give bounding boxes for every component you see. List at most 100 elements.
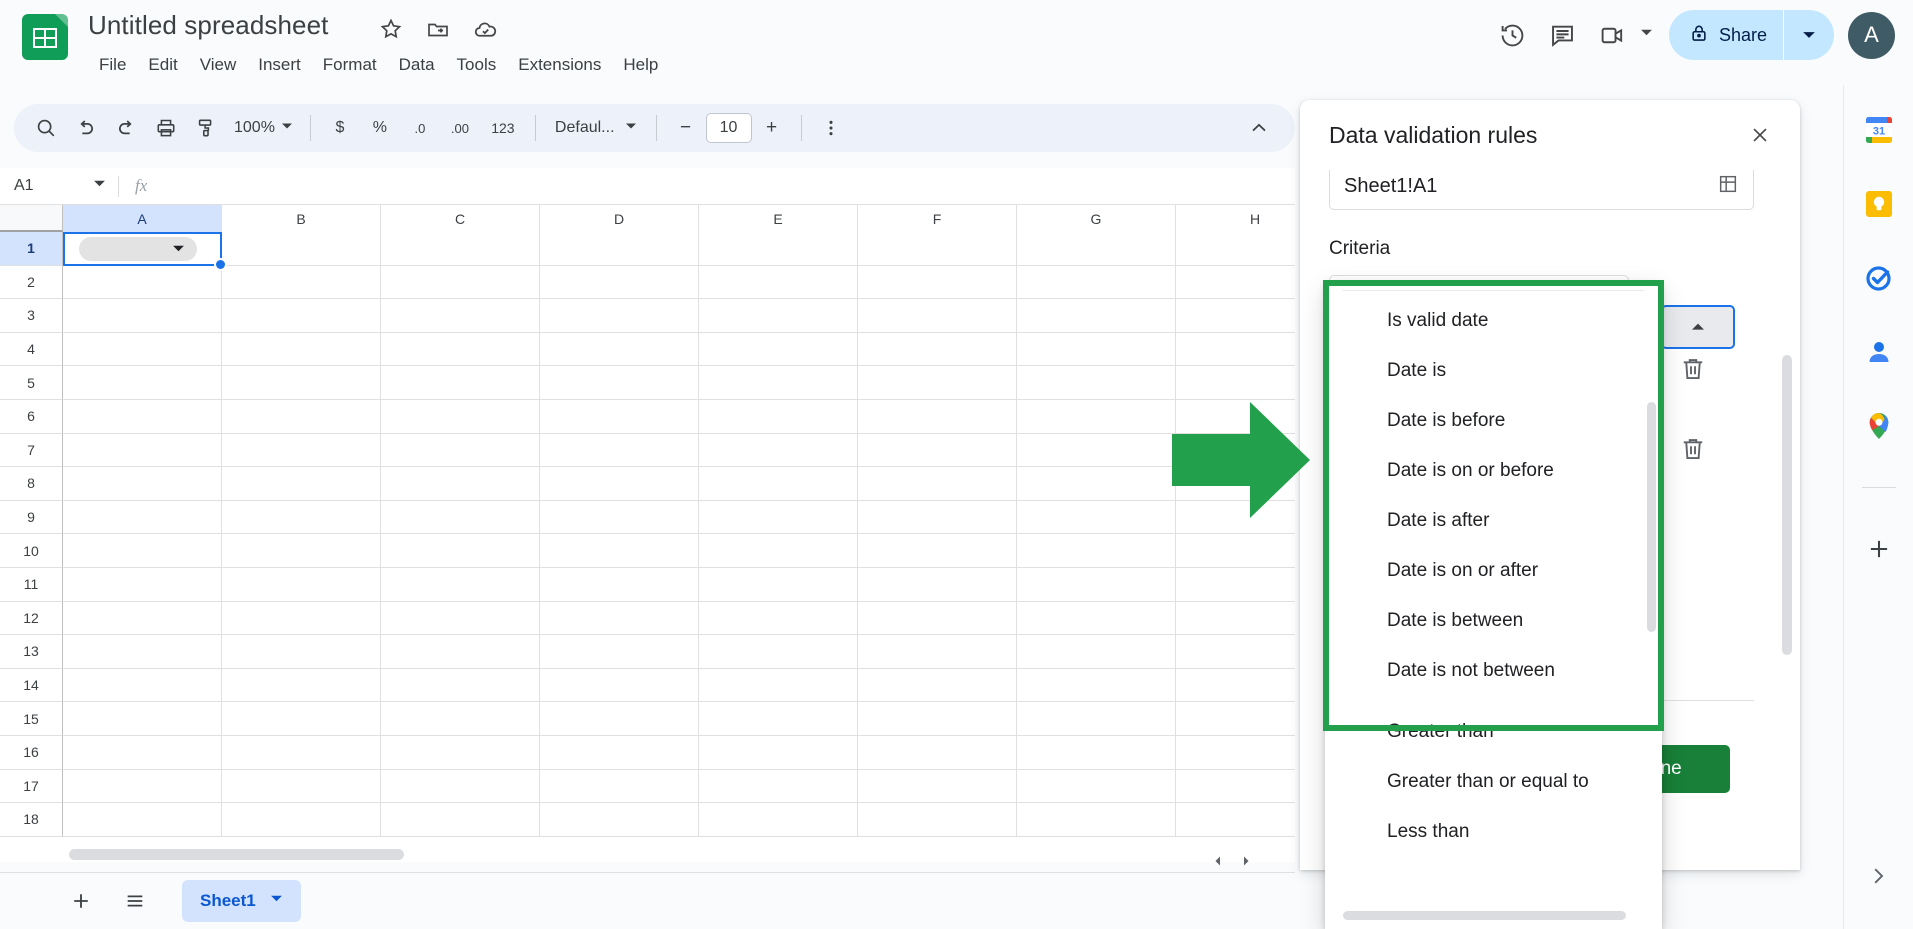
cell-B10[interactable]: [222, 534, 381, 568]
horizontal-scroll-thumb[interactable]: [69, 849, 404, 860]
add-sheet-plus-icon[interactable]: [60, 880, 102, 922]
menu-item-insert[interactable]: Insert: [247, 52, 312, 78]
zoom-selector[interactable]: 100%: [226, 111, 301, 145]
dropdown-hscroll-thumb[interactable]: [1343, 911, 1626, 920]
dropdown-item[interactable]: Is valid date: [1325, 296, 1662, 346]
column-header-e[interactable]: E: [699, 205, 858, 232]
dropdown-item[interactable]: Date is before: [1325, 396, 1662, 446]
cell-F6[interactable]: [858, 399, 1017, 434]
dropdown-item[interactable]: Date is between: [1325, 596, 1662, 646]
cell-E16[interactable]: [699, 735, 858, 770]
menu-item-view[interactable]: View: [189, 52, 248, 78]
cell-C10[interactable]: [381, 534, 540, 568]
dropdown-item[interactable]: Date is not between: [1325, 646, 1662, 696]
cell-G9[interactable]: [1017, 500, 1176, 535]
dropdown-item[interactable]: Date is after: [1325, 496, 1662, 546]
cell-B3[interactable]: [222, 299, 381, 333]
search-icon[interactable]: [26, 108, 66, 148]
cell-A12[interactable]: [63, 601, 222, 636]
paint-format-icon[interactable]: [186, 108, 226, 148]
cell-G1[interactable]: [1017, 232, 1176, 266]
share-button[interactable]: Share: [1668, 10, 1834, 60]
cell-D4[interactable]: [540, 332, 699, 367]
cell-A6[interactable]: [63, 399, 222, 434]
cell-D12[interactable]: [540, 601, 699, 636]
cell-C14[interactable]: [381, 668, 540, 703]
cell-A8[interactable]: [63, 467, 222, 501]
cell-A7[interactable]: [63, 433, 222, 468]
meet-chevron-down-icon[interactable]: [1640, 26, 1653, 44]
cell-C1[interactable]: [381, 232, 540, 266]
cell-A11[interactable]: [63, 567, 222, 602]
cell-E18[interactable]: [699, 803, 858, 837]
cell-E4[interactable]: [699, 332, 858, 367]
comment-icon[interactable]: [1538, 10, 1588, 60]
column-header-b[interactable]: B: [222, 205, 381, 232]
menu-item-file[interactable]: File: [88, 52, 137, 78]
cell-F12[interactable]: [858, 601, 1017, 636]
dropdown-scroll-thumb[interactable]: [1647, 402, 1656, 632]
cell-D3[interactable]: [540, 299, 699, 333]
cell-F3[interactable]: [858, 299, 1017, 333]
cell-H5[interactable]: [1176, 366, 1295, 400]
cell-A18[interactable]: [63, 803, 222, 837]
menu-item-format[interactable]: Format: [312, 52, 388, 78]
cell-E11[interactable]: [699, 567, 858, 602]
menu-item-help[interactable]: Help: [612, 52, 669, 78]
cell-D5[interactable]: [540, 366, 699, 400]
cell-D10[interactable]: [540, 534, 699, 568]
selected-cell-a1[interactable]: [63, 232, 222, 266]
cell-F2[interactable]: [858, 265, 1017, 300]
cell-H8[interactable]: [1176, 467, 1295, 501]
cell-F13[interactable]: [858, 635, 1017, 669]
cell-H18[interactable]: [1176, 803, 1295, 837]
increase-font-size-button[interactable]: +: [752, 108, 792, 148]
row-header-17[interactable]: 17: [0, 769, 63, 804]
plus-icon[interactable]: [1862, 532, 1896, 566]
cell-A3[interactable]: [63, 299, 222, 333]
cell-D18[interactable]: [540, 803, 699, 837]
cell-E1[interactable]: [699, 232, 858, 266]
cell-A9[interactable]: [63, 500, 222, 535]
cell-H4[interactable]: [1176, 332, 1295, 367]
cell-D1[interactable]: [540, 232, 699, 266]
cell-G3[interactable]: [1017, 299, 1176, 333]
share-chevron-down-icon[interactable]: [1784, 28, 1834, 42]
cell-F8[interactable]: [858, 467, 1017, 501]
dropdown-item[interactable]: Greater than: [1325, 707, 1662, 757]
cell-C9[interactable]: [381, 500, 540, 535]
name-box[interactable]: A1: [0, 168, 118, 204]
cell-C13[interactable]: [381, 635, 540, 669]
cell-C6[interactable]: [381, 399, 540, 434]
cell-F5[interactable]: [858, 366, 1017, 400]
google-calendar-icon[interactable]: 31: [1862, 113, 1896, 147]
row-header-4[interactable]: 4: [0, 332, 63, 367]
cell-D6[interactable]: [540, 399, 699, 434]
cell-E6[interactable]: [699, 399, 858, 434]
cell-H3[interactable]: [1176, 299, 1295, 333]
criteria-chevron-up-icon[interactable]: [1661, 305, 1735, 349]
cell-A4[interactable]: [63, 332, 222, 367]
cell-B8[interactable]: [222, 467, 381, 501]
cell-A14[interactable]: [63, 668, 222, 703]
cell-F10[interactable]: [858, 534, 1017, 568]
meet-camera-icon[interactable]: [1588, 10, 1638, 60]
row-header-6[interactable]: 6: [0, 399, 63, 434]
cell-H9[interactable]: [1176, 500, 1295, 535]
row-header-3[interactable]: 3: [0, 299, 63, 333]
dropdown-item[interactable]: Date is: [1325, 346, 1662, 396]
cell-G13[interactable]: [1017, 635, 1176, 669]
google-maps-icon[interactable]: [1862, 409, 1896, 443]
cell-B17[interactable]: [222, 769, 381, 804]
star-icon[interactable]: [378, 16, 404, 42]
decrease-decimal-button[interactable]: .0: [400, 108, 440, 148]
row-header-13[interactable]: 13: [0, 635, 63, 669]
cell-F14[interactable]: [858, 668, 1017, 703]
row-header-11[interactable]: 11: [0, 567, 63, 602]
cell-G6[interactable]: [1017, 399, 1176, 434]
dropdown-item[interactable]: Greater than or equal to: [1325, 757, 1662, 807]
cell-C2[interactable]: [381, 265, 540, 300]
cell-D8[interactable]: [540, 467, 699, 501]
column-header-g[interactable]: G: [1017, 205, 1176, 232]
cell-G18[interactable]: [1017, 803, 1176, 837]
